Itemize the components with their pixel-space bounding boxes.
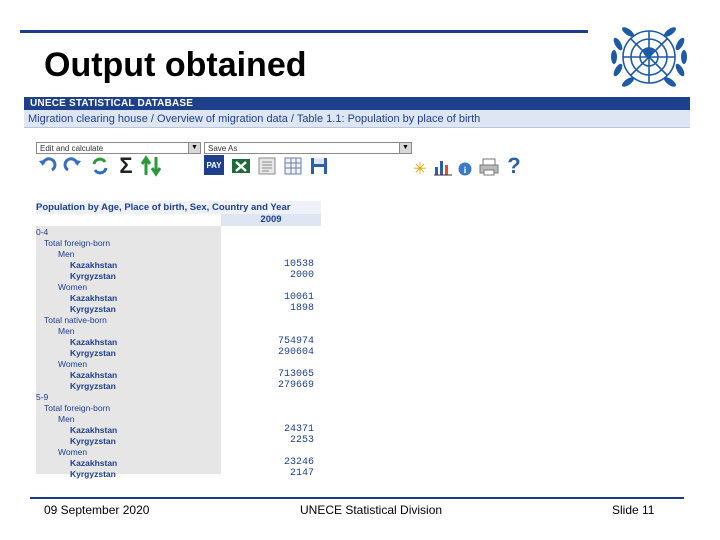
export-table-button[interactable] [282, 155, 304, 177]
category-label[interactable]: Women [58, 447, 87, 457]
category-label[interactable]: Women [58, 282, 87, 292]
country-label[interactable]: Kazakhstan [70, 425, 117, 435]
payline-label: PAY [206, 160, 222, 170]
info-button[interactable]: i [456, 160, 474, 178]
floppy-disk-icon [311, 158, 327, 174]
excel-icon [232, 159, 250, 173]
table-cell-value: 23246 [283, 457, 314, 468]
save-button[interactable] [308, 155, 330, 177]
sum-button[interactable]: Σ [115, 153, 137, 178]
print-button[interactable] [478, 156, 500, 178]
title-top-rule [20, 30, 588, 33]
age-group-label[interactable]: 0-4 [36, 227, 48, 237]
country-label[interactable]: Kazakhstan [70, 293, 117, 303]
save-as-select-value: Save As [208, 144, 238, 153]
table-icon [284, 157, 302, 175]
table-cell-value: 2000 [289, 270, 314, 281]
chevron-down-icon: ▼ [188, 143, 200, 153]
category-label[interactable]: Total foreign-born [44, 403, 110, 413]
payline-button[interactable]: PAY [204, 155, 224, 175]
help-button[interactable]: ? [503, 153, 525, 178]
chevron-down-icon: ▼ [399, 143, 411, 153]
table-cell-value: 754974 [277, 336, 314, 347]
age-group-label[interactable]: 5-9 [36, 392, 48, 402]
category-label[interactable]: Men [58, 326, 75, 336]
table-cell-value: 279669 [277, 380, 314, 391]
un-emblem-icon [611, 27, 687, 87]
printer-icon [479, 158, 499, 176]
database-header-bar: UNECE STATISTICAL DATABASE [24, 97, 690, 110]
table-cell-value: 24371 [283, 424, 314, 435]
country-label[interactable]: Kyrgyzstan [70, 348, 116, 358]
table-cell-value: 1898 [289, 303, 314, 314]
category-label[interactable]: Men [58, 414, 75, 424]
breadcrumb[interactable]: Migration clearing house / Overview of m… [24, 110, 690, 128]
undo-button[interactable] [36, 155, 58, 177]
document-icon [258, 157, 276, 175]
country-label[interactable]: Kyrgyzstan [70, 271, 116, 281]
layout-select-value: Edit and calculate [40, 144, 104, 153]
country-label[interactable]: Kyrgyzstan [70, 436, 116, 446]
footer-slide-number: Slide 11 [612, 503, 655, 517]
chart-button[interactable] [432, 156, 454, 178]
table-cell-value: 2253 [289, 435, 314, 446]
redo-button[interactable] [62, 155, 84, 177]
country-label[interactable]: Kyrgyzstan [70, 469, 116, 479]
country-label[interactable]: Kyrgyzstan [70, 381, 116, 391]
redo-icon [63, 157, 81, 172]
sort-arrows-icon [140, 155, 162, 177]
table-header: Population by Age, Place of birth, Sex, … [36, 201, 321, 214]
undo-icon [39, 157, 57, 172]
category-label[interactable]: Men [58, 249, 75, 259]
year-column-header: 2009 [221, 214, 321, 226]
row-labels-column [36, 226, 221, 474]
table-cell-value: 290604 [277, 347, 314, 358]
table-cell-value: 10061 [283, 292, 314, 303]
star-button[interactable]: ✳ [411, 160, 429, 178]
info-icon: i [458, 162, 472, 176]
footer-rule [30, 497, 684, 499]
question-mark-icon: ? [507, 153, 521, 178]
export-excel-button[interactable] [230, 155, 252, 177]
bar-chart-icon [434, 161, 452, 176]
sort-button[interactable] [140, 155, 162, 177]
table-cell-value: 10538 [283, 259, 314, 270]
category-label[interactable]: Total foreign-born [44, 238, 110, 248]
footer-date: 09 September 2020 [44, 503, 150, 517]
footer-organization: UNECE Statistical Division [300, 503, 443, 517]
country-label[interactable]: Kyrgyzstan [70, 304, 116, 314]
export-text-button[interactable] [256, 155, 278, 177]
category-label[interactable]: Total native-born [44, 315, 107, 325]
pivot-button[interactable] [89, 155, 111, 177]
table-cell-value: 2147 [289, 468, 314, 479]
country-label[interactable]: Kazakhstan [70, 370, 117, 380]
refresh-arrows-icon [92, 157, 108, 175]
save-as-select[interactable]: Save As ▼ [204, 142, 412, 154]
country-label[interactable]: Kazakhstan [70, 260, 117, 270]
category-label[interactable]: Women [58, 359, 87, 369]
table-cell-value: 713065 [277, 369, 314, 380]
asterisk-icon: ✳ [413, 161, 427, 178]
country-label[interactable]: Kazakhstan [70, 458, 117, 468]
sigma-icon: Σ [119, 153, 133, 178]
country-label[interactable]: Kazakhstan [70, 337, 117, 347]
slide-title: Output obtained [44, 46, 307, 84]
